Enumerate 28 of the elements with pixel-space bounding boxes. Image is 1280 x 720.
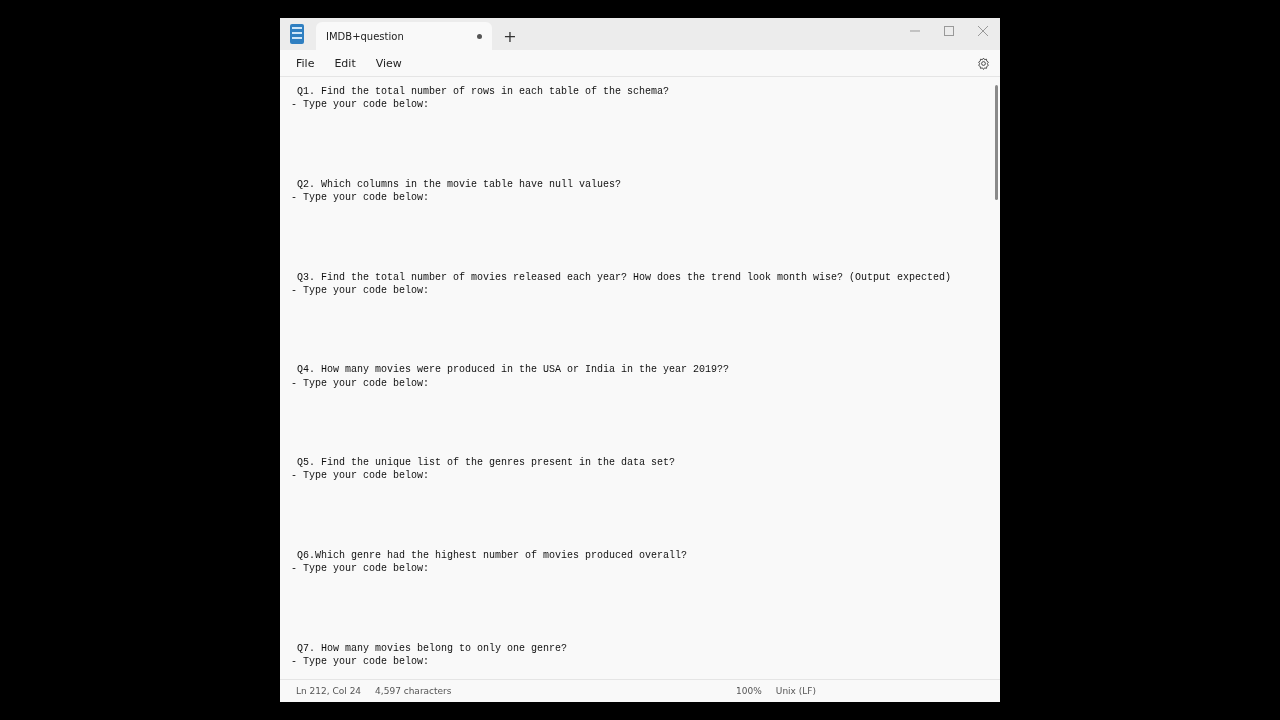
menu-item[interactable]: View [367, 54, 410, 72]
question-text: Q7. How many movies belong to only one genre? [296, 641, 568, 655]
question-text: Q5. Find the unique list of the genres present in the data set? [296, 456, 676, 470]
code-prompt-text: - Type your code below: [291, 469, 430, 483]
maximize-icon[interactable] [944, 26, 954, 36]
code-prompt-text: - Type your code below: [291, 654, 430, 668]
zoom-level: 100% [736, 686, 762, 696]
settings-icon[interactable] [977, 56, 990, 70]
new-tab-button[interactable]: + [496, 22, 524, 50]
close-icon[interactable] [978, 26, 988, 36]
character-count: 4,597 characters [375, 686, 452, 696]
question-text: Q1. Find the total number of rows in each table of the schema? [296, 85, 670, 99]
menu-item[interactable]: File [288, 54, 323, 72]
question-text: Q2. Which columns in the movie table have null values? [296, 177, 622, 191]
notepad-icon [288, 22, 306, 46]
question-text: Q3. Find the total number of movies released each year? How does the trend look month wise? (Output expected) [296, 270, 952, 284]
menu-item[interactable]: Edit [326, 54, 364, 72]
code-prompt-text: - Type your code below: [291, 376, 430, 390]
line-ending: Unix (LF) [775, 686, 816, 696]
scrollbar-thumb[interactable] [995, 85, 998, 200]
code-prompt-text: - Type your code below: [291, 283, 430, 297]
code-prompt-text: - Type your code below: [291, 191, 430, 205]
cursor-position: Ln 212, Col 24 [296, 686, 362, 696]
code-prompt-text: - Type your code below: [291, 562, 430, 576]
code-prompt-text: - Type your code below: [291, 98, 430, 112]
document-tab[interactable]: IMDB+question [316, 22, 492, 50]
question-text: Q4. How many movies were produced in the USA or India in the year 2019?? [296, 363, 730, 377]
question-text: Q6.Which genre had the highest number of movies produced overall? [296, 548, 688, 562]
